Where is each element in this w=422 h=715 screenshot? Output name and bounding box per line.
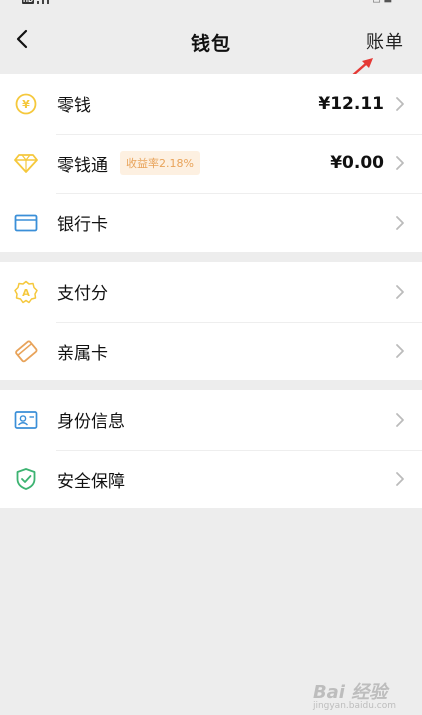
wallet-group-account: 身份信息 安全保障 [0,390,422,508]
svg-text:A: A [22,288,30,299]
diamond-icon [14,151,38,175]
chevron-right-icon [396,156,404,171]
list-item-family-card[interactable]: 亲属卡 [0,321,422,382]
id-card-icon [14,408,38,432]
shield-icon [14,467,38,491]
yield-badge: 收益率2.18% [120,151,200,176]
list-item-security[interactable]: 安全保障 [0,449,422,510]
list-item-id-info[interactable]: 身份信息 [0,390,422,450]
bank-card-icon [14,211,38,235]
signal-bar-icon [42,0,45,4]
family-card-icon [14,339,38,363]
wallet-group-balance: ¥ 零钱 ¥12.11 零钱通 收益率2.18% ¥0.00 银行卡 [0,74,422,252]
item-label: 银行卡 [57,215,108,236]
list-item-pay-score[interactable]: A 支付分 [0,262,422,322]
item-label: 零钱通 [57,155,108,176]
wallet-group-services: A 支付分 亲属卡 [0,262,422,380]
status-bar: HD ▭ ▬ [0,0,422,10]
list-item-lingqiantong[interactable]: 零钱通 收益率2.18% ¥0.00 [0,133,422,194]
item-label: 支付分 [57,284,108,305]
balance-value: ¥0.00 [330,153,384,174]
item-label: 身份信息 [57,412,125,433]
item-label: 安全保障 [57,471,125,492]
chevron-right-icon [396,412,404,427]
chevron-right-icon [396,472,404,487]
chevron-right-icon [396,284,404,299]
yuan-coin-icon: ¥ [14,92,38,116]
signal-indicators: HD [22,0,50,4]
battery-time-icon: ▭ ▬ [372,0,392,6]
item-label: 亲属卡 [57,343,108,364]
chevron-right-icon [396,96,404,111]
watermark-brand: Bai 经验 [312,682,388,703]
list-item-bank-card[interactable]: 银行卡 [0,193,422,253]
watermark-url: jingyan.baidu.com [312,701,396,711]
page-title: 钱包 [190,33,231,55]
badge-icon: A [14,280,38,304]
chevron-right-icon [396,344,404,359]
wallet-screen: HD ▭ ▬ 钱包 账单 ¥ 零钱 ¥12.11 零钱通 收益率2.18% ¥0… [0,0,422,715]
item-label: 零钱 [57,96,91,117]
balance-value: ¥12.11 [318,93,384,114]
list-item-change[interactable]: ¥ 零钱 ¥12.11 [0,74,422,134]
baidu-watermark: Bai 经验 jingyan.baidu.com [313,678,396,711]
signal-bar-icon [37,1,40,4]
chevron-right-icon [396,215,404,230]
bill-button[interactable]: 账单 [366,28,404,54]
signal-bar-icon [47,0,50,4]
hd-icon: HD [22,0,35,4]
svg-text:¥: ¥ [22,98,30,111]
